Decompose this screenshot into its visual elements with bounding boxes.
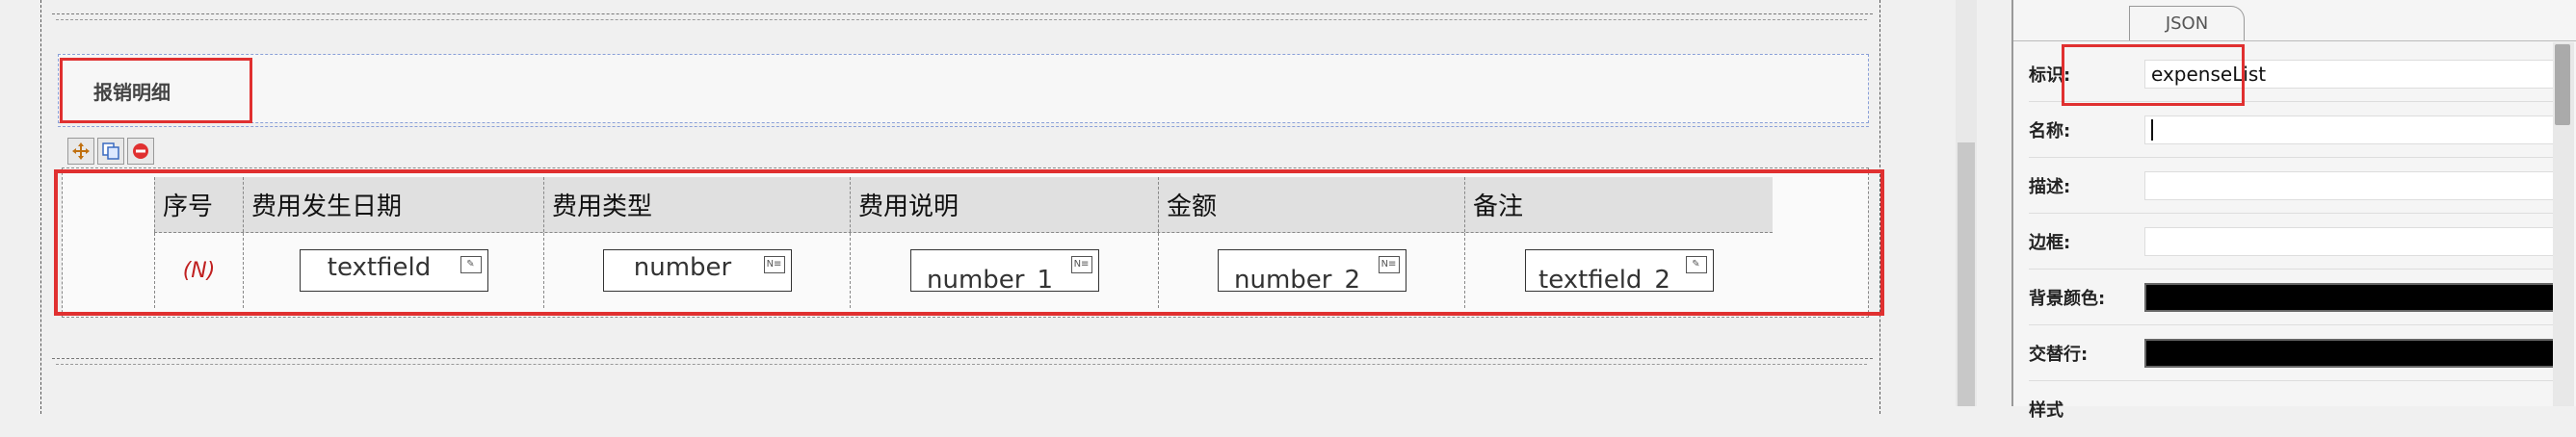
column-header[interactable]: 费用说明 (850, 177, 1158, 232)
move-icon[interactable] (67, 138, 94, 165)
prop-label: 标识: (2029, 64, 2071, 86)
section-title[interactable]: 报销明细 (60, 58, 252, 123)
column-header[interactable]: 金额 (1158, 177, 1464, 232)
designer-canvas: 报销明细 序号 费用发生日期 费用类型 费用说明 金额 备注 (N) textf… (0, 0, 1956, 414)
scrollbar-thumb[interactable] (1958, 142, 1975, 406)
prop-style: 样式 (2029, 381, 2564, 437)
property-panel: JSON 标识: expenseList 名称: 描述: 边框: 背景颜色: 交… (2011, 0, 2576, 421)
sequence-cell: (N) (154, 233, 243, 308)
column-header[interactable]: 序号 (154, 177, 243, 232)
section-header-box[interactable] (58, 54, 1869, 123)
number-control[interactable]: number N≡ (602, 249, 792, 292)
grid-template-row: (N) textfield ✎ number N≡ number_1 N≡ nu… (154, 233, 1773, 308)
id-input[interactable]: expenseList (2144, 59, 2564, 89)
divider (2013, 40, 2576, 41)
grid-cell: textfield_2 ✎ (1464, 233, 1773, 308)
prop-background-color: 背景颜色: (2029, 270, 2564, 325)
grid-cell: number_1 N≡ (850, 233, 1158, 308)
prop-label: 描述: (2029, 176, 2071, 197)
grid-cell: number N≡ (543, 233, 850, 308)
number-control[interactable]: number_2 N≡ (1217, 249, 1406, 292)
number-field-icon: N≡ (1378, 256, 1400, 273)
delete-icon[interactable] (127, 138, 154, 165)
grid-header-row: 序号 费用发生日期 费用类型 费用说明 金额 备注 (154, 177, 1773, 233)
scrollbar-thumb[interactable] (2555, 44, 2570, 125)
textfield-control[interactable]: textfield ✎ (299, 249, 488, 292)
grid-toolbar (67, 138, 154, 167)
field-name: number_2 (1233, 266, 1360, 292)
tab-json[interactable]: JSON (2129, 6, 2245, 40)
prop-label: 样式 (2029, 400, 2063, 421)
prop-name: 名称: (2029, 102, 2564, 158)
prop-label: 背景颜色: (2029, 288, 2106, 309)
field-name: number (633, 253, 732, 282)
canvas-scrollbar[interactable] (1956, 0, 1977, 406)
prop-description: 描述: (2029, 158, 2564, 214)
number-control[interactable]: number_1 N≡ (909, 249, 1099, 292)
prop-label: 交替行: (2029, 344, 2089, 365)
number-field-icon: N≡ (763, 256, 785, 273)
prop-border: 边框: (2029, 214, 2564, 270)
border-input[interactable] (2144, 226, 2564, 256)
prop-id: 标识: expenseList (2029, 46, 2564, 102)
divider (56, 364, 1867, 365)
field-name: number_1 (926, 266, 1053, 292)
prop-alternate-row: 交替行: (2029, 325, 2564, 381)
prop-label: 名称: (2029, 120, 2071, 141)
text-edit-icon: ✎ (460, 256, 482, 273)
sequence-marker: (N) (182, 258, 216, 283)
textfield-control[interactable]: textfield_2 ✎ (1524, 249, 1714, 292)
description-input[interactable] (2144, 170, 2564, 200)
copy-icon[interactable] (97, 138, 124, 165)
text-caret (2151, 118, 2153, 141)
text-edit-icon: ✎ (1685, 256, 1707, 273)
field-name: textfield_2 (1538, 266, 1670, 292)
prop-label: 边框: (2029, 232, 2071, 253)
column-header[interactable]: 费用类型 (543, 177, 850, 232)
divider (58, 123, 1869, 127)
divider (56, 19, 1867, 20)
grid-cell: number_2 N≡ (1158, 233, 1464, 308)
divider (52, 13, 1873, 14)
number-field-icon: N≡ (1070, 256, 1092, 273)
field-name: textfield (327, 253, 432, 282)
alternate-row-color-swatch[interactable] (2144, 338, 2564, 368)
background-color-swatch[interactable] (2144, 282, 2564, 312)
divider (52, 358, 1873, 359)
column-header[interactable]: 费用发生日期 (243, 177, 543, 232)
grid-cell: textfield ✎ (243, 233, 543, 308)
column-header[interactable]: 备注 (1464, 177, 1773, 232)
name-input[interactable] (2144, 115, 2564, 144)
